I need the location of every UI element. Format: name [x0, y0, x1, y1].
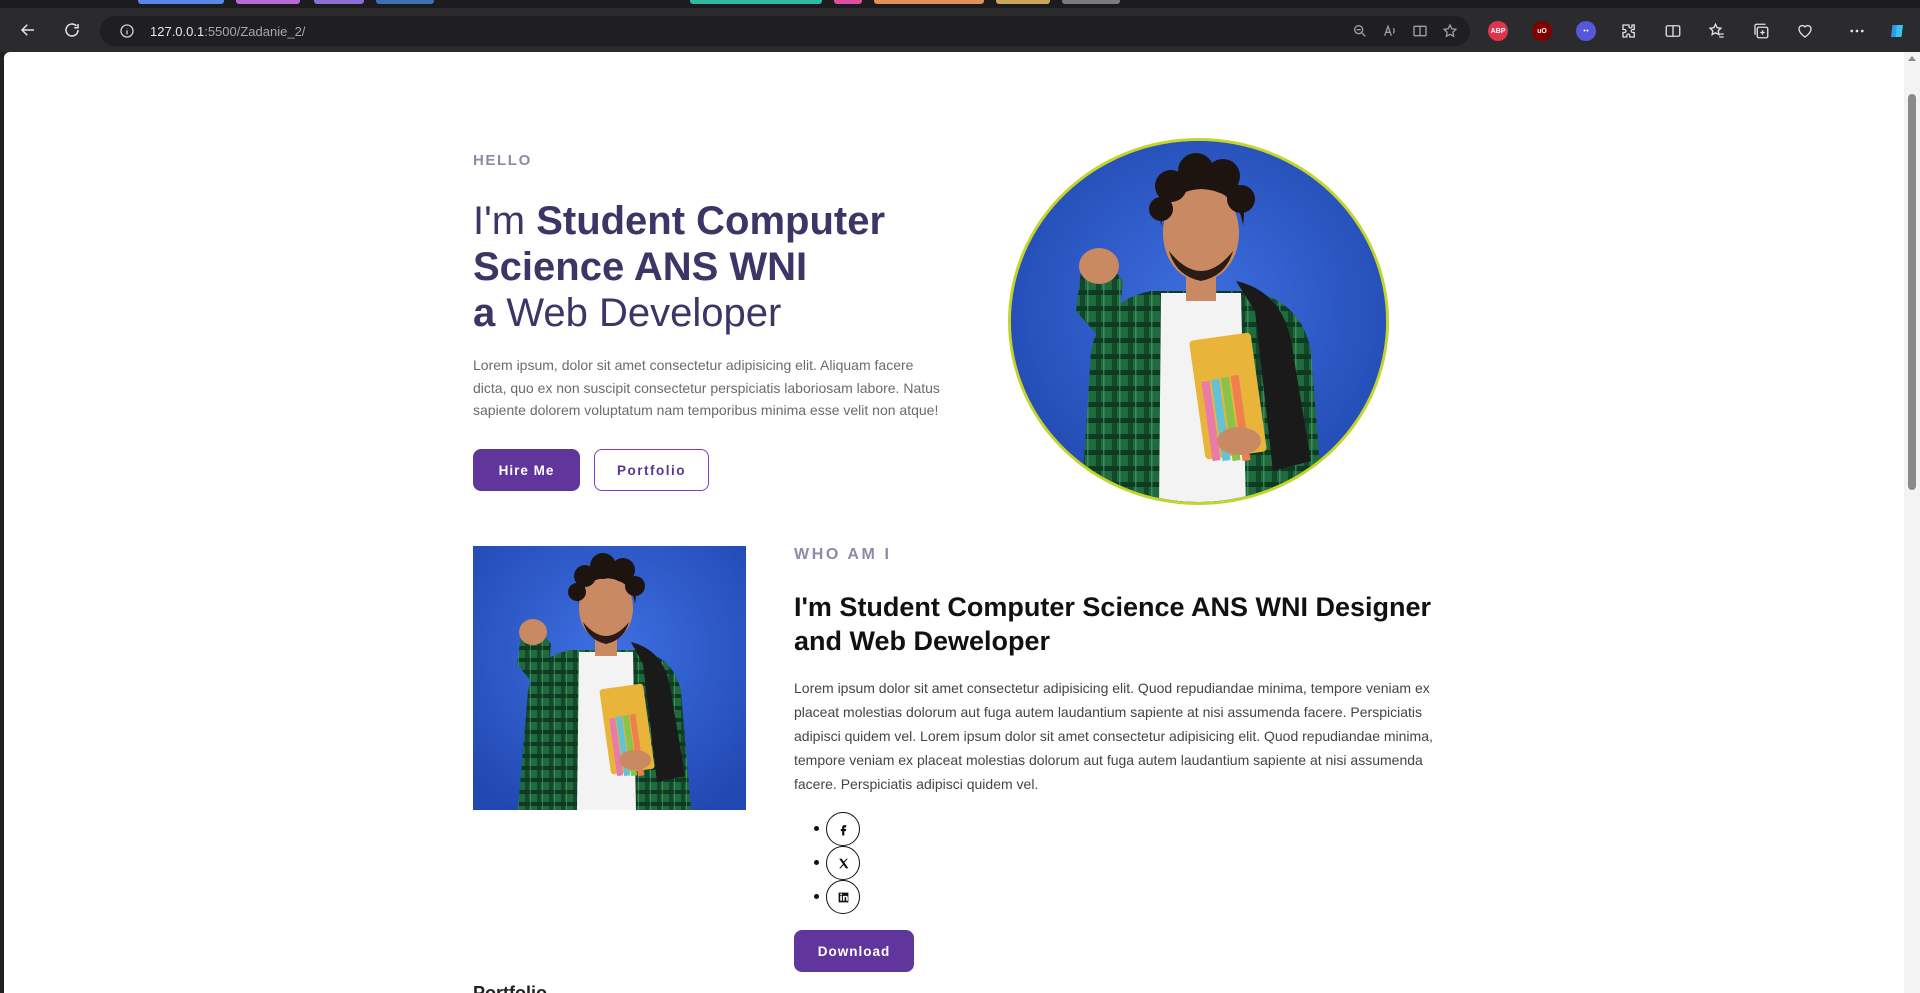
- hero-eyebrow: HELLO: [473, 152, 532, 169]
- read-aloud-icon[interactable]: [1382, 23, 1398, 39]
- hero-title-a: a: [473, 291, 496, 335]
- linkedin-icon: [838, 892, 848, 902]
- ublock-extension-icon[interactable]: uO: [1532, 21, 1552, 41]
- puzzle-icon: [1622, 24, 1635, 38]
- url-host: 127.0.0.1: [150, 23, 205, 39]
- address-bar-actions: [1352, 16, 1458, 46]
- arrow-left-icon: [20, 24, 34, 36]
- zoom-icon[interactable]: [1352, 23, 1368, 39]
- portfolio-section-heading: Portfolio: [473, 984, 547, 993]
- student-photo-illustration: [473, 546, 746, 810]
- about-title: I'm Student Computer Science ANS WNI Des…: [794, 592, 1432, 656]
- tab-group-chip[interactable]: [834, 0, 862, 4]
- facebook-link[interactable]: [826, 812, 860, 846]
- x-twitter-icon: [838, 858, 848, 868]
- split-screen-icon: [1665, 25, 1681, 37]
- student-photo-illustration: [1011, 141, 1386, 502]
- tab-group-chip[interactable]: [690, 0, 822, 4]
- hero-title-prefix: I'm: [473, 199, 537, 243]
- tab-group-chip[interactable]: [874, 0, 984, 4]
- reader-view-icon[interactable]: [1412, 23, 1428, 39]
- x-link[interactable]: [826, 846, 860, 880]
- split-screen-button[interactable]: [1664, 20, 1682, 42]
- tab-group-chip[interactable]: [1062, 0, 1120, 4]
- download-button[interactable]: Download: [794, 930, 914, 972]
- site-info-icon[interactable]: [112, 23, 142, 39]
- browser-toolbar: 127.0.0.1:5500/Zadanie_2/ ABP uO: [0, 8, 1920, 52]
- portfolio-button[interactable]: Portfolio: [594, 449, 709, 491]
- copilot-button[interactable]: [1888, 20, 1906, 42]
- hero-title-role: Web Developer: [495, 291, 782, 335]
- favorites-icon: [1708, 22, 1724, 38]
- hero-description: Lorem ipsum, dolor sit amet consectetur …: [473, 357, 940, 418]
- tab-group-chip[interactable]: [236, 0, 300, 4]
- tab-group-chip[interactable]: [138, 0, 224, 4]
- copilot-icon: [1891, 25, 1903, 37]
- browser-essentials-button[interactable]: [1796, 20, 1814, 42]
- linkedin-link[interactable]: [826, 880, 860, 914]
- adblock-extension-icon[interactable]: ABP: [1488, 21, 1508, 41]
- page-viewport: HELLO I'm Student Computer Science ANS W…: [4, 52, 1904, 993]
- page-scrollbar[interactable]: [1904, 52, 1920, 993]
- hero-title: I'm Student Computer Science ANS WNI a W…: [473, 198, 933, 336]
- collections-icon: [1754, 23, 1769, 39]
- tab-group-chip[interactable]: [314, 0, 364, 4]
- tab-group-chip[interactable]: [376, 0, 434, 4]
- collections-button[interactable]: [1752, 20, 1770, 42]
- hero-profile-photo: [1008, 138, 1389, 505]
- back-button[interactable]: [14, 16, 42, 44]
- extensions-button[interactable]: [1620, 20, 1638, 42]
- reload-icon: [65, 23, 79, 37]
- url-text[interactable]: 127.0.0.1:5500/Zadanie_2/: [150, 24, 305, 39]
- address-bar[interactable]: 127.0.0.1:5500/Zadanie_2/: [100, 16, 1470, 46]
- hire-me-button[interactable]: Hire Me: [473, 449, 580, 491]
- favorites-button[interactable]: [1708, 20, 1726, 42]
- settings-menu-button[interactable]: [1848, 20, 1866, 42]
- scrollbar-thumb[interactable]: [1908, 94, 1916, 490]
- facebook-icon: [840, 824, 846, 835]
- about-description: Lorem ipsum dolor sit amet consectetur a…: [794, 680, 1433, 792]
- favorite-star-icon[interactable]: [1442, 23, 1458, 39]
- tab-strip: [0, 0, 1920, 8]
- about-profile-photo: [473, 546, 746, 810]
- heart-pulse-icon: [1798, 24, 1812, 38]
- scroll-up-arrow-icon[interactable]: [1908, 56, 1916, 61]
- reload-button[interactable]: [58, 16, 86, 44]
- ghost-extension-icon[interactable]: [1576, 21, 1596, 41]
- more-dots-icon: [1850, 29, 1864, 33]
- tab-group-chip[interactable]: [996, 0, 1050, 4]
- url-path: :5500/Zadanie_2/: [204, 23, 306, 39]
- about-eyebrow: WHO AM I: [794, 546, 892, 563]
